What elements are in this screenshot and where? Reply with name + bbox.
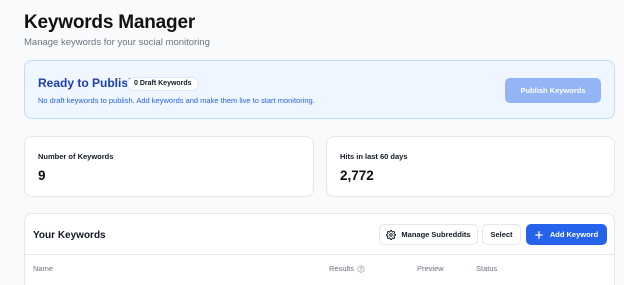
gear-icon xyxy=(386,229,397,240)
banner-description: No draft keywords to publish. Add keywor… xyxy=(38,96,315,105)
draft-count-badge: 0 Draft Keywords xyxy=(127,77,199,91)
publish-keywords-button[interactable]: Publish Keywords xyxy=(505,78,601,103)
column-header-name[interactable]: Name xyxy=(33,264,53,273)
publish-banner: Ready to Publish 0 Draft Keywords No dra… xyxy=(24,60,615,119)
select-button[interactable]: Select xyxy=(482,224,521,245)
column-label: Results xyxy=(329,264,355,273)
keywords-panel: Your Keywords Manage Subreddits Select A… xyxy=(24,213,615,285)
page-title: Keywords Manager xyxy=(24,12,196,33)
column-label: Name xyxy=(33,264,54,273)
stat-label: Hits in last 60 days xyxy=(340,152,408,161)
column-label: Status xyxy=(476,264,498,273)
column-label: Preview xyxy=(417,264,444,273)
table-header: Name Results Preview Status xyxy=(25,255,614,285)
add-keyword-button[interactable]: Add Keyword xyxy=(526,224,607,245)
stat-card-hits: Hits in last 60 days 2,772 xyxy=(326,136,615,197)
plus-icon xyxy=(534,230,543,239)
stat-value: 2,772 xyxy=(340,168,374,183)
column-header-status[interactable]: Status xyxy=(476,264,497,273)
column-header-results[interactable]: Results xyxy=(329,264,365,273)
banner-title: Ready to Publish xyxy=(38,76,136,90)
page-subtitle: Manage keywords for your social monitori… xyxy=(24,37,210,48)
help-circle-icon[interactable] xyxy=(357,264,365,273)
manage-subreddits-label: Manage Subreddits xyxy=(401,230,471,239)
add-keyword-label: Add Keyword xyxy=(549,230,599,239)
manage-subreddits-button[interactable]: Manage Subreddits xyxy=(379,224,478,245)
panel-title: Your Keywords xyxy=(33,230,106,241)
column-header-preview[interactable]: Preview xyxy=(417,264,444,273)
stat-label: Number of Keywords xyxy=(38,152,114,161)
stat-card-keywords: Number of Keywords 9 xyxy=(24,136,314,197)
stat-value: 9 xyxy=(38,168,46,183)
